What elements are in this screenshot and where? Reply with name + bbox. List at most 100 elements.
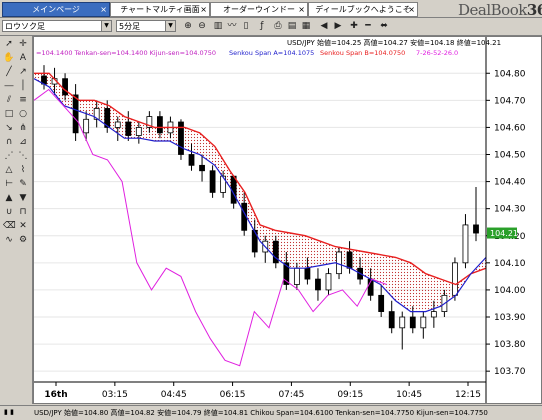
hline-icon[interactable]: ― [3,80,15,92]
add-icon[interactable]: ✚ [348,20,360,32]
tab-main-page[interactable]: メインページ × [2,2,110,17]
y-tick-label: 104.50 [494,151,526,161]
line-chart-icon[interactable]: 〰 [226,20,238,32]
ichimoku-chart[interactable]: 104.80 104.70 104.60 104.50 104.40 104.30 104.… [33,37,541,403]
rect-icon[interactable]: □ [3,108,15,120]
close-icon[interactable]: × [298,3,305,16]
chart-toolbar: ロウソク足 ▼ 5分足 ▼ ⊕ ⊖ ▥ 〰 ▯ ƒ ⎙ ▤ ▦ ◀ ▶ ✚ ━ … [0,18,542,36]
polyline-icon[interactable]: ⌇ [17,164,29,176]
scroll-left-icon[interactable]: ◀ [318,20,330,32]
candle-down [199,164,205,172]
logo-text: DealBook [458,1,527,19]
settings-icon[interactable]: ⚙ [17,234,29,246]
bar-chart-icon[interactable]: ▥ [212,20,224,32]
chart-type-select[interactable]: ロウソク足 ▼ [2,20,112,32]
triangle-icon[interactable]: △ [3,164,15,176]
status-bar: ▮ ▮ USD/JPY 始値=104.80 高値=104.82 安値=104.7… [0,405,542,420]
candle-down [409,316,416,329]
text-icon[interactable]: A [17,52,29,64]
y-tick-label: 104.10 [494,259,526,269]
chevron-down-icon[interactable]: ▼ [165,21,175,31]
candle-up [220,175,227,193]
y-tick-label: 103.70 [494,367,526,377]
fib-icon[interactable]: ≡ [17,94,29,106]
chart-panel[interactable]: 104.80 104.70 104.60 104.50 104.40 104.30 104.… [33,36,542,404]
y-tick-label: 103.80 [494,340,526,350]
expand-icon[interactable]: ⬌ [378,20,390,32]
chart-info-params: 7-26-52-26.0 [416,49,458,57]
zoom-out-icon[interactable]: ⊖ [196,20,208,32]
pitchfork-icon[interactable]: ⋔ [17,122,29,134]
cycle-icon[interactable]: ∩ [3,136,15,148]
dealbook-logo: DealBook360 [458,1,542,19]
x-tick-label: 09:15 [337,390,363,400]
close-icon[interactable]: × [408,3,415,16]
candle-up [452,262,458,296]
x-tick-label: 03:15 [102,390,128,400]
fan-icon[interactable]: ⋰ [3,150,15,162]
sell-marker-icon[interactable]: ▼ [17,192,29,204]
candle-up [399,316,406,329]
indicator-icon[interactable]: ƒ [256,20,268,32]
candle-up [293,267,300,285]
note-icon[interactable]: ✎ [17,178,29,190]
chart-info-senkou-a: Senkou Span A=104.1075 [229,49,314,57]
status-marks: ▮ ▮ [4,408,14,416]
regression-icon[interactable]: ⋱ [17,150,29,162]
chart-type-value: ロウソク足 [5,22,45,31]
crosshair-icon[interactable]: ✛ [17,38,29,50]
tab-chart-multi[interactable]: チャートマルティ画面 × [110,2,210,17]
candle-icon[interactable]: ▯ [240,20,252,32]
tab-label: チャートマルティ画面 [120,5,200,14]
top-tab-bar: メインページ × チャートマルティ画面 × オーダーウインドー × ディールブッ… [0,0,542,19]
y-tick-label: 104.70 [494,96,526,106]
candle-down [304,267,311,280]
candle-up [430,311,437,318]
gann-icon[interactable]: ⊿ [17,136,29,148]
candle-down [125,121,132,136]
y-tick-label: 104.40 [494,178,526,188]
save-icon[interactable]: ▤ [286,20,298,32]
lock-icon[interactable]: ⊓ [17,206,29,218]
close-icon[interactable]: × [100,3,107,16]
close-icon[interactable]: × [200,3,207,16]
buy-marker-icon[interactable]: ▲ [3,192,15,204]
y-tick-label: 104.30 [494,205,526,215]
ray-icon[interactable]: ↗ [17,66,29,78]
tab-order-window[interactable]: オーダーウインドー × [210,2,308,17]
candle-up [83,118,90,134]
remove-icon[interactable]: ━ [362,20,374,32]
chart-background [34,37,541,403]
candle-down [157,116,163,134]
tab-dealbook-welcome[interactable]: ディールブックへようこそ × [308,2,418,17]
chevron-down-icon[interactable]: ▼ [101,21,111,31]
trend-line-icon[interactable]: ╱ [3,66,15,78]
channel-icon[interactable]: ⫽ [3,94,15,106]
scroll-right-icon[interactable]: ▶ [332,20,344,32]
chart-info-symbol: USD/JPY 始値=104.25 高値=104.27 安値=104.18 終値… [287,38,501,47]
y-tick-label: 104.60 [494,123,526,133]
candle-down [473,224,479,234]
hand-icon[interactable]: ✋ [3,52,15,64]
y-tick-label: 104.80 [494,69,526,79]
zoom-in-icon[interactable]: ⊕ [182,20,194,32]
arrow-icon[interactable]: ↘ [3,122,15,134]
period-select[interactable]: 5分足 ▼ [116,20,176,32]
vline-icon[interactable]: │ [17,80,29,92]
eraser-icon[interactable]: ⌫ [3,220,16,232]
drawing-tools-panel: ➚ ✛ ✋ A ╱ ↗ ― │ ⫽ ≡ □ ○ ↘ ⋔ ∩ ⊿ ⋰ ⋱ △ ⌇ … [0,36,33,404]
logo-suffix: 360 [526,1,542,19]
magnet-icon[interactable]: ∪ [3,206,15,218]
print-icon[interactable]: ⎙ [272,20,284,32]
measure-icon[interactable]: ⊢ [3,178,15,190]
ellipse-icon[interactable]: ○ [17,108,29,120]
candle-up [420,316,427,329]
y-tick-label: 103.90 [494,313,526,323]
status-text: USD/JPY 始値=104.80 高値=104.82 安値=104.79 終値… [34,409,488,417]
grid-icon[interactable]: ▦ [300,20,312,32]
wave-icon[interactable]: ∿ [3,234,15,246]
delete-all-icon[interactable]: ✕ [17,220,29,232]
tab-label: ディールブックへようこそ [315,5,411,14]
cursor-icon[interactable]: ➚ [3,38,15,50]
x-tick-label: 07:45 [278,390,304,400]
